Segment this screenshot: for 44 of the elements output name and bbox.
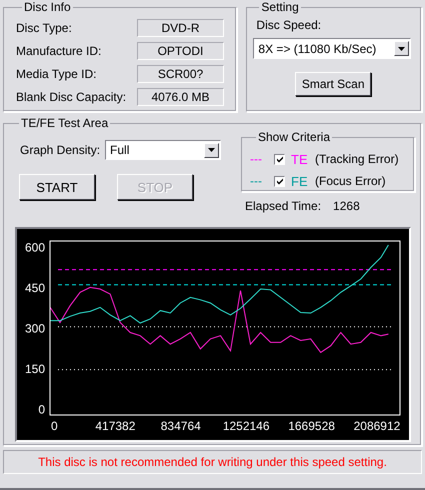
smart-scan-button[interactable]: Smart Scan [295, 72, 372, 96]
legend-marker: --- [250, 152, 263, 166]
group-title: Disc Info [23, 0, 72, 14]
caret-icon [208, 148, 216, 152]
dropdown-button[interactable] [394, 41, 410, 56]
checkbox[interactable] [274, 154, 285, 164]
axis-label: 450 [24, 281, 45, 296]
criteria-code: FE [291, 174, 309, 188]
status-message: This disc is not recommended for writing under this speed setting. [3, 450, 422, 474]
field-label: Disc Type: [16, 20, 73, 34]
axis-label: 2086912 [354, 419, 400, 433]
legend-marker: --- [250, 174, 263, 188]
density-dropdown[interactable]: Full [105, 140, 222, 160]
axis-label: 300 [24, 322, 45, 336]
group-title: Setting [260, 0, 300, 14]
test-button[interactable]: START [19, 174, 95, 200]
dropdown-button[interactable] [204, 142, 220, 158]
axis-label: 0 [51, 419, 58, 433]
axis-label: 1252146 [222, 419, 270, 433]
group-title: Show Criteria [257, 130, 332, 144]
checkbox[interactable] [274, 176, 285, 186]
value-field: DVD-R [137, 18, 224, 36]
value-field: 4076.0 MB [137, 88, 224, 106]
criteria-code: TE [291, 152, 309, 166]
value-field: SCR00? [137, 64, 224, 82]
field-label: Disc Speed: [256, 18, 322, 32]
group-title: TE/FE Test Area [20, 116, 110, 130]
axis-label: 417382 [95, 419, 136, 433]
axis-label: 600 [24, 240, 45, 255]
criteria-label: (Tracking Error) [315, 152, 399, 166]
axis-label: 834764 [160, 419, 201, 433]
value-field: OPTODI [137, 42, 224, 60]
field-label: Manufacture ID: [16, 44, 102, 58]
axis-label: 150 [24, 362, 45, 376]
caret-icon [398, 46, 406, 50]
speed-dropdown[interactable]: 8X => (11080 Kb/Sec) [253, 38, 412, 59]
elapsed-label: Elapsed Time: [245, 199, 322, 213]
field-label: Graph Density: [20, 143, 100, 157]
field-label: Media Type ID: [16, 66, 98, 80]
axis-label: 0 [38, 402, 45, 417]
field-label: Blank Disc Capacity: [16, 90, 128, 104]
elapsed-value: 1268 [333, 199, 360, 213]
axis-label: 1669528 [288, 419, 335, 433]
criteria-label: (Focus Error) [315, 174, 386, 188]
